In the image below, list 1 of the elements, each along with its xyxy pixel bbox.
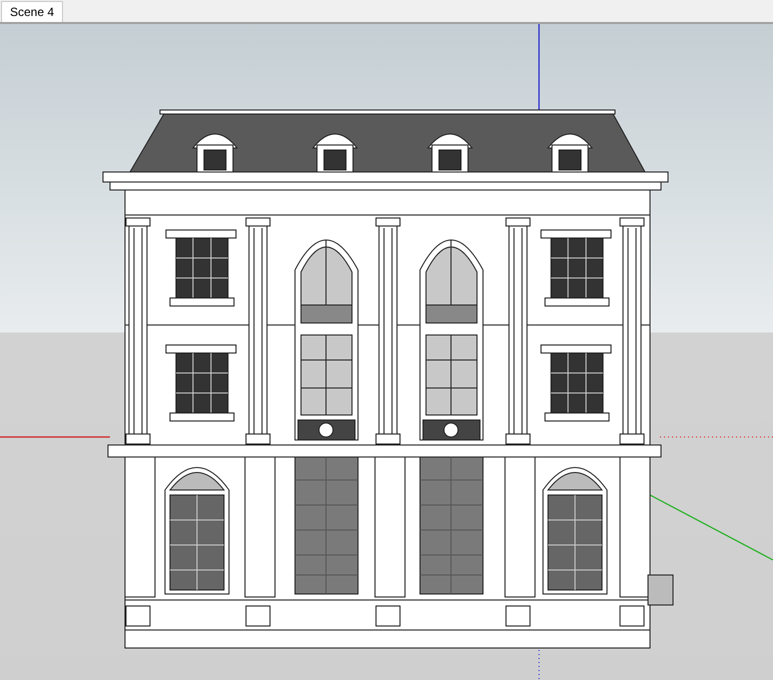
scene-tab[interactable]: Scene 4 — [1, 1, 64, 22]
